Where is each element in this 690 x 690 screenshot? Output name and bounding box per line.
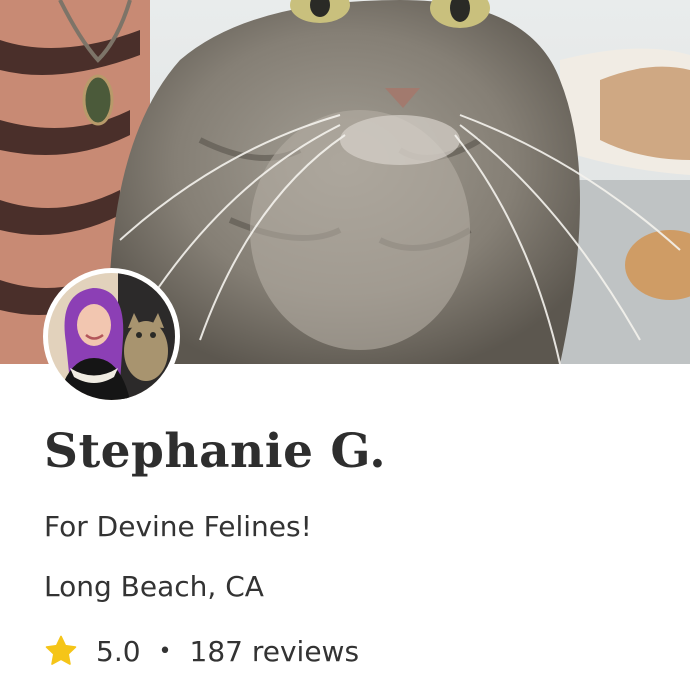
profile-name: Stephanie G. [44, 424, 387, 479]
separator-dot: • [158, 638, 172, 664]
profile-location: Long Beach, CA [44, 570, 264, 603]
rating-value: 5.0 [96, 634, 141, 668]
avatar[interactable] [43, 268, 180, 405]
reviews-link[interactable]: 187 reviews [190, 635, 360, 668]
profile-tagline: For Devine Felines! [44, 510, 312, 543]
star-icon [45, 635, 77, 665]
rating-summary[interactable]: 5.0 • 187 reviews [44, 630, 359, 672]
